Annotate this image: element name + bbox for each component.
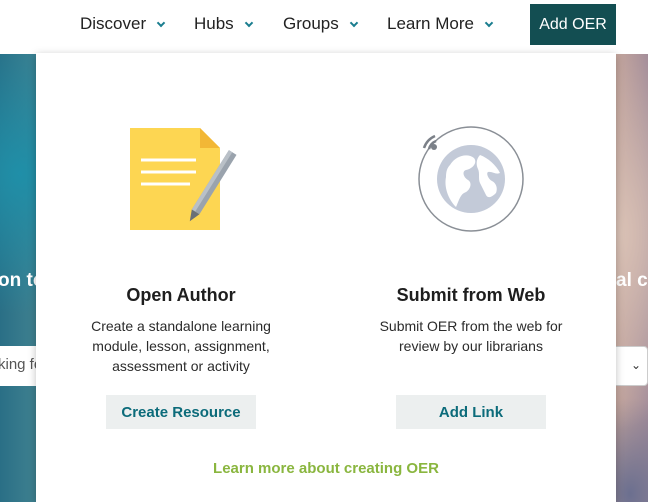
nav-item-discover[interactable]: Discover (80, 14, 166, 34)
nav-item-label: Discover (80, 14, 147, 33)
nav-item-label: Hubs (194, 14, 234, 33)
nav-item-learn-more[interactable]: Learn More (387, 14, 494, 34)
submit-from-web-title: Submit from Web (396, 285, 546, 305)
submit-from-web-description: Submit OER from the web for review by ou… (379, 318, 563, 354)
hero-search-placeholder: king fo (0, 356, 36, 373)
hero-headline-fragment-right: al cit (616, 270, 648, 291)
create-resource-button[interactable]: Create Resource (106, 395, 256, 429)
open-author-title: Open Author (126, 285, 236, 305)
nav-item-hubs[interactable]: Hubs (194, 14, 253, 34)
chevron-down-icon (156, 18, 166, 27)
chevron-down-icon (244, 18, 253, 27)
chevron-down-icon (484, 18, 494, 27)
add-oer-dropdown: Open Author Create a standalone learning… (36, 53, 616, 502)
add-oer-button[interactable]: Add OER (530, 4, 616, 45)
submit-from-web-section: Submit from Web Submit OER from the web … (326, 53, 616, 502)
learn-more-link[interactable]: Learn more about creating OER (36, 460, 616, 477)
hero-search-select[interactable]: ⌄ (614, 346, 648, 386)
chevron-down-icon: ⌄ (631, 358, 642, 372)
add-link-button[interactable]: Add Link (396, 395, 546, 429)
open-author-section: Open Author Create a standalone learning… (36, 53, 326, 502)
top-nav: Discover Hubs Groups Learn More Add OER (0, 0, 648, 54)
nav-item-label: Learn More (387, 14, 474, 33)
chevron-down-icon (349, 18, 358, 27)
open-author-description: Create a standalone learning module, les… (91, 318, 271, 374)
hero-search-input[interactable]: king fo (0, 346, 36, 386)
nav-item-label: Groups (283, 14, 339, 33)
nav-item-groups[interactable]: Groups (283, 14, 358, 34)
